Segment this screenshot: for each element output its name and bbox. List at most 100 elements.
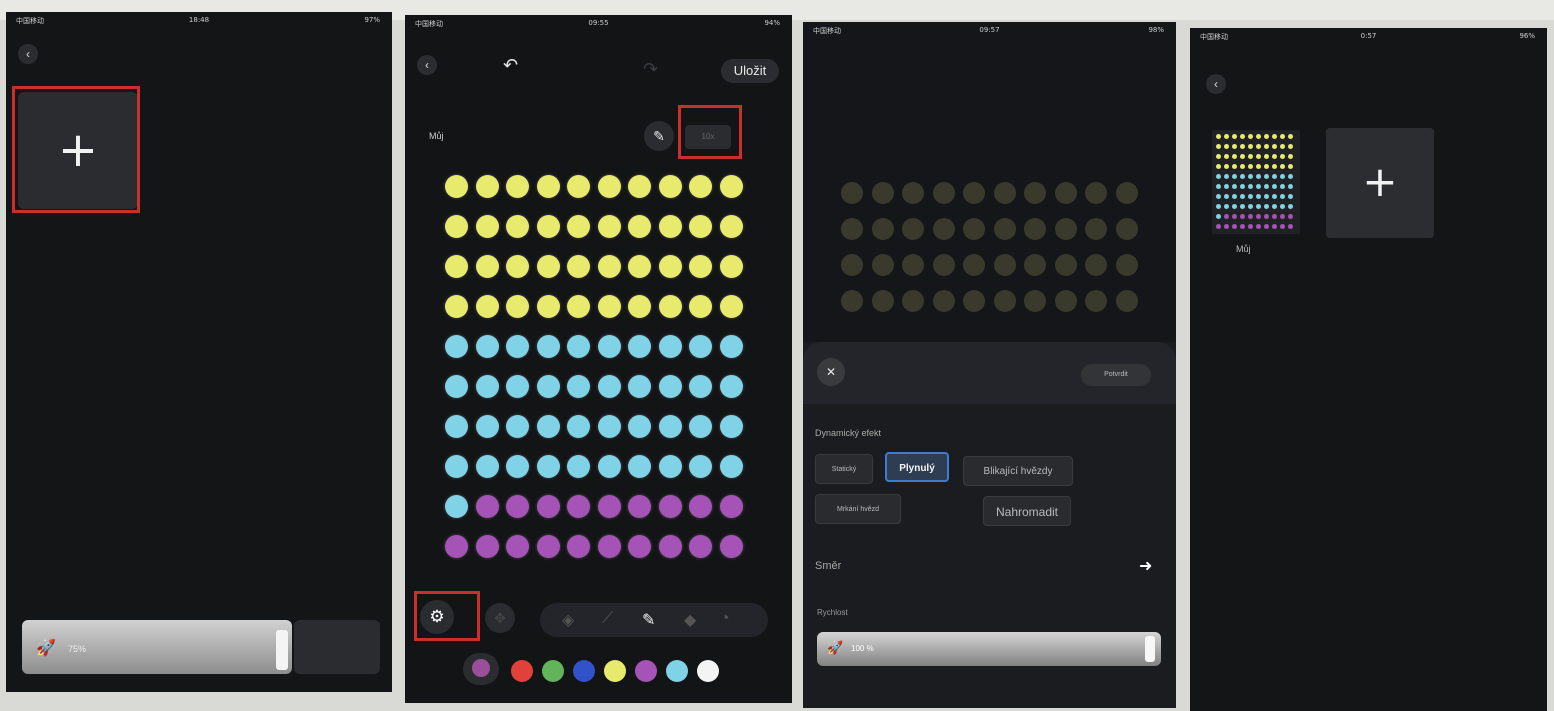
led-dot[interactable] — [567, 175, 590, 198]
led-dot[interactable] — [719, 335, 743, 358]
effect-static[interactable]: Statický — [815, 454, 873, 484]
back-button[interactable]: ‹ — [417, 55, 437, 75]
led-dot[interactable] — [689, 215, 712, 238]
led-dot[interactable] — [475, 335, 499, 358]
effect-twinkling-stars[interactable]: Mrkání hvězd — [815, 494, 901, 524]
color-swatch[interactable] — [635, 660, 657, 682]
led-dot[interactable] — [567, 415, 590, 438]
led-dot[interactable] — [567, 255, 590, 278]
led-dot[interactable] — [536, 215, 560, 238]
led-dot[interactable] — [475, 255, 499, 278]
led-dot[interactable] — [567, 535, 590, 558]
color-swatch[interactable] — [511, 660, 533, 682]
led-dot[interactable] — [719, 255, 743, 278]
eyedropper-icon[interactable]: ◔ — [720, 610, 730, 628]
led-dot[interactable] — [445, 535, 468, 558]
effect-accumulate[interactable]: Nahromadit — [983, 496, 1071, 526]
undo-icon[interactable]: ↶ — [503, 55, 518, 76]
led-dot[interactable] — [506, 415, 529, 438]
led-dot[interactable] — [445, 295, 468, 318]
led-dot[interactable] — [506, 255, 529, 278]
led-dot[interactable] — [689, 455, 712, 478]
led-dot[interactable] — [597, 175, 621, 198]
led-dot[interactable] — [628, 175, 651, 198]
led-dot[interactable] — [719, 375, 743, 398]
led-dot[interactable] — [536, 175, 560, 198]
led-dot[interactable] — [689, 375, 712, 398]
led-dot[interactable] — [597, 335, 621, 358]
led-dot[interactable] — [536, 335, 560, 358]
direction-arrow-icon[interactable]: ➜ — [1139, 556, 1152, 576]
led-dot[interactable] — [597, 295, 621, 318]
redo-icon[interactable]: ↷ — [643, 59, 658, 80]
led-dot[interactable] — [445, 335, 468, 358]
led-dot[interactable] — [628, 495, 651, 518]
led-dot[interactable] — [445, 175, 468, 198]
led-dot[interactable] — [689, 535, 712, 558]
brightness-slider[interactable] — [22, 620, 292, 674]
led-dot[interactable] — [475, 415, 499, 438]
led-dot[interactable] — [628, 335, 651, 358]
color-swatch[interactable] — [573, 660, 595, 682]
led-dot[interactable] — [658, 535, 682, 558]
color-swatch[interactable] — [542, 660, 564, 682]
led-dot[interactable] — [475, 295, 499, 318]
led-dot[interactable] — [475, 535, 499, 558]
led-dot[interactable] — [536, 495, 560, 518]
led-dot[interactable] — [689, 415, 712, 438]
led-dot[interactable] — [567, 295, 590, 318]
back-button[interactable]: ‹ — [18, 44, 38, 64]
led-dot[interactable] — [689, 175, 712, 198]
led-dot[interactable] — [475, 215, 499, 238]
led-dot[interactable] — [658, 255, 682, 278]
led-dot[interactable] — [536, 415, 560, 438]
rename-pencil-icon[interactable]: ✎ — [644, 121, 674, 151]
led-dot[interactable] — [658, 455, 682, 478]
led-dot[interactable] — [628, 215, 651, 238]
eraser-icon[interactable]: ◆ — [684, 610, 696, 630]
led-dot[interactable] — [689, 295, 712, 318]
led-dot[interactable] — [475, 175, 499, 198]
led-dot[interactable] — [567, 375, 590, 398]
led-dot[interactable] — [445, 375, 468, 398]
led-dot[interactable] — [658, 495, 682, 518]
fill-icon[interactable]: ◈ — [562, 610, 574, 630]
led-dot[interactable] — [689, 335, 712, 358]
save-button[interactable]: Uložit — [721, 59, 779, 83]
led-dot[interactable] — [628, 295, 651, 318]
led-dot[interactable] — [445, 495, 468, 518]
led-dot[interactable] — [475, 495, 499, 518]
led-dot[interactable] — [506, 295, 529, 318]
led-dot[interactable] — [536, 255, 560, 278]
led-dot[interactable] — [506, 375, 529, 398]
led-dot[interactable] — [506, 215, 529, 238]
move-icon[interactable]: ✥ — [485, 603, 515, 633]
led-dot[interactable] — [567, 335, 590, 358]
color-swatch[interactable] — [604, 660, 626, 682]
led-dot[interactable] — [567, 215, 590, 238]
led-dot[interactable] — [628, 255, 651, 278]
led-dot[interactable] — [445, 415, 468, 438]
led-dot[interactable] — [719, 495, 743, 518]
led-dot[interactable] — [567, 495, 590, 518]
slider-knob[interactable] — [276, 630, 288, 670]
led-dot[interactable] — [597, 535, 621, 558]
led-dot[interactable] — [628, 535, 651, 558]
effect-smooth[interactable]: Plynulý — [885, 452, 949, 482]
led-dot[interactable] — [506, 535, 529, 558]
slider-knob[interactable] — [1145, 636, 1155, 662]
led-dot[interactable] — [506, 495, 529, 518]
led-dot[interactable] — [597, 375, 621, 398]
led-dot[interactable] — [719, 455, 743, 478]
add-design-button[interactable]: + — [1326, 128, 1434, 238]
led-dot[interactable] — [475, 375, 499, 398]
color-swatch[interactable] — [666, 660, 688, 682]
led-dot[interactable] — [689, 255, 712, 278]
led-dot[interactable] — [658, 415, 682, 438]
led-dot[interactable] — [658, 375, 682, 398]
color-swatch[interactable] — [697, 660, 719, 682]
led-dot[interactable] — [628, 415, 651, 438]
led-dot[interactable] — [597, 215, 621, 238]
led-dot[interactable] — [719, 215, 743, 238]
led-dot[interactable] — [719, 295, 743, 318]
